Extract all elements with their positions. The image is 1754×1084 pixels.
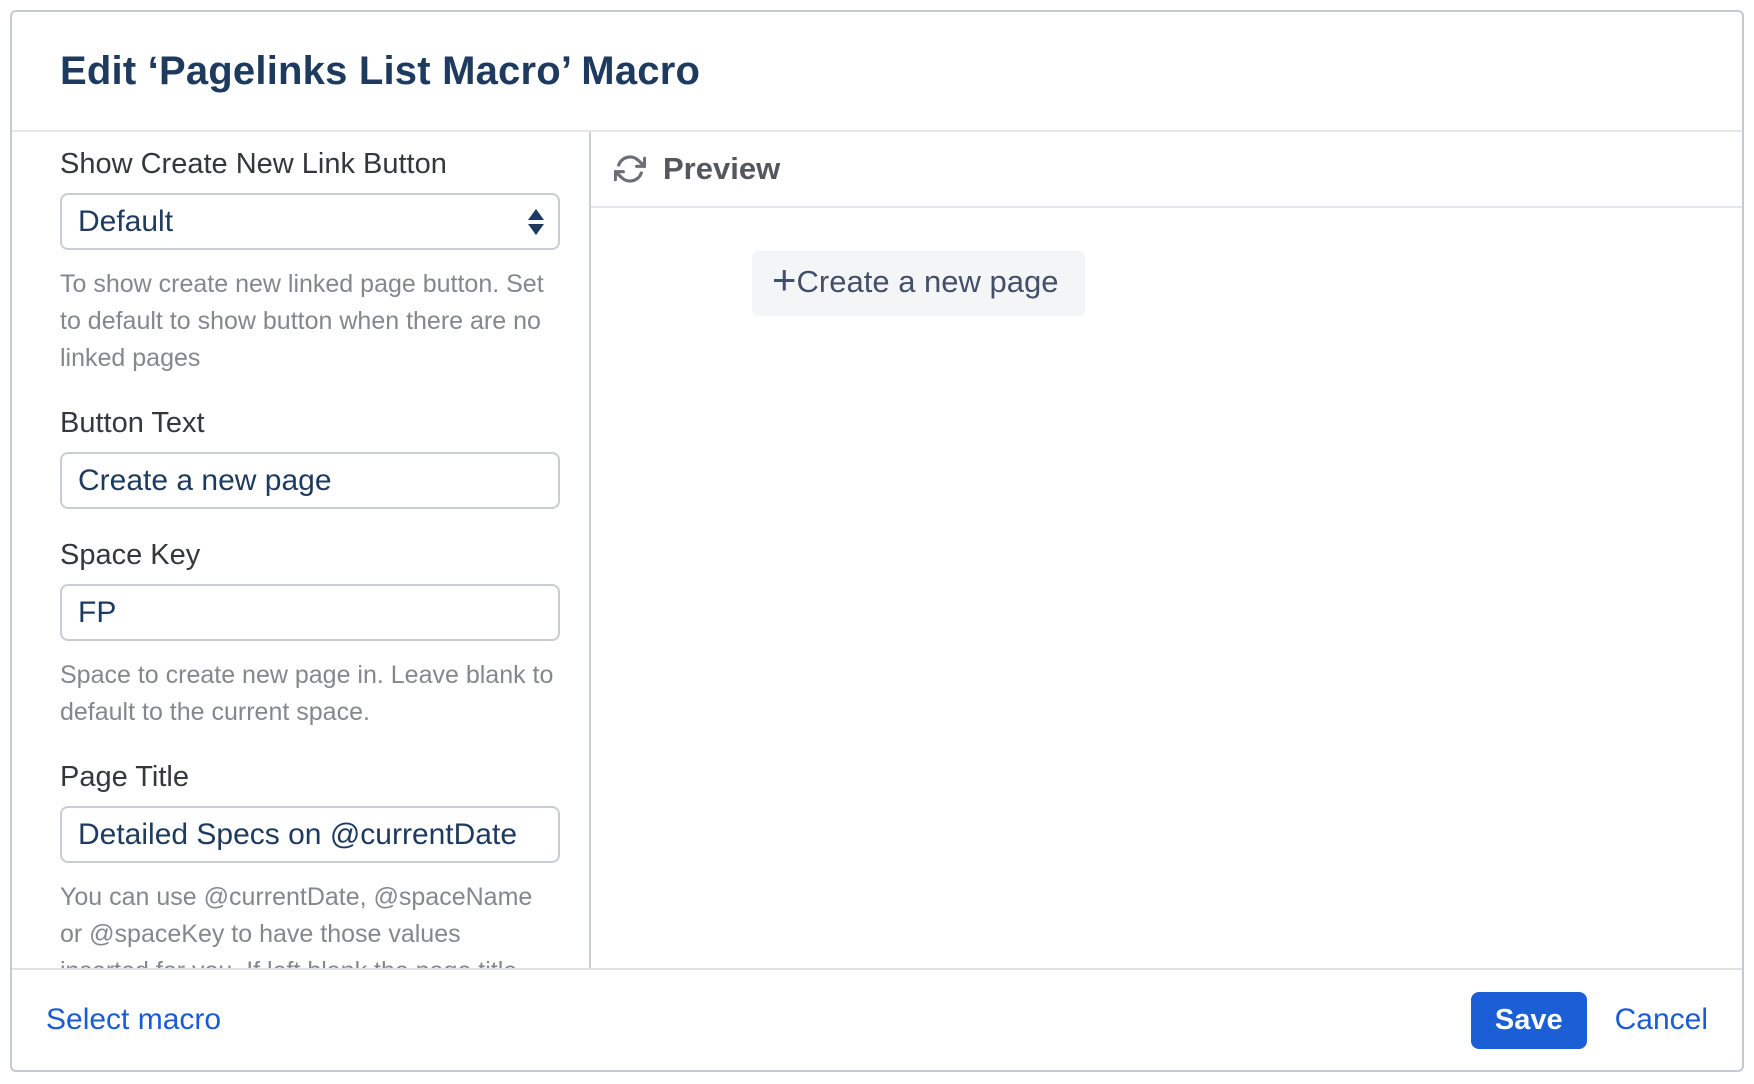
field-show-create-new-link-button: Show Create New Link Button Default To s… (60, 148, 562, 377)
plus-icon: + (772, 259, 797, 301)
dialog-body: Show Create New Link Button Default To s… (12, 132, 1742, 968)
button-text-label: Button Text (60, 407, 562, 440)
save-button[interactable]: Save (1471, 992, 1587, 1049)
space-key-help-text: Space to create new page in. Leave blank… (60, 657, 565, 731)
space-key-label: Space Key (60, 539, 562, 572)
preview-content: + Create a new page (591, 208, 1742, 968)
field-button-text: Button Text (60, 407, 562, 509)
page-title-label: Page Title (60, 761, 562, 794)
preview-title: Preview (663, 151, 780, 187)
macro-edit-dialog: Edit ‘Pagelinks List Macro’ Macro Show C… (10, 10, 1744, 1072)
footer-actions: Save Cancel (1471, 992, 1708, 1049)
preview-header: Preview (591, 132, 1742, 208)
button-text-input[interactable] (60, 452, 560, 509)
dialog-header: Edit ‘Pagelinks List Macro’ Macro (12, 12, 1742, 132)
page-title-help-text: You can use @currentDate, @spaceName or … (60, 879, 540, 968)
show-create-link-select[interactable]: Default (60, 193, 560, 250)
preview-create-page-label: Create a new page (797, 264, 1059, 300)
dialog-title: Edit ‘Pagelinks List Macro’ Macro (60, 49, 700, 94)
macro-parameters-form: Show Create New Link Button Default To s… (12, 132, 591, 968)
show-create-link-help-text: To show create new linked page button. S… (60, 266, 565, 377)
field-space-key: Space Key Space to create new page in. L… (60, 539, 562, 731)
page-title-input[interactable] (60, 806, 560, 863)
preview-create-page-button[interactable]: + Create a new page (752, 251, 1085, 316)
refresh-icon[interactable] (613, 152, 647, 186)
field-page-title: Page Title You can use @currentDate, @sp… (60, 761, 562, 968)
show-create-link-select-wrap: Default (60, 193, 560, 250)
space-key-input[interactable] (60, 584, 560, 641)
show-create-link-label: Show Create New Link Button (60, 148, 562, 181)
cancel-link[interactable]: Cancel (1615, 1003, 1708, 1037)
dialog-footer: Select macro Save Cancel (12, 968, 1742, 1070)
select-macro-link[interactable]: Select macro (46, 1003, 221, 1037)
preview-panel: Preview + Create a new page (591, 132, 1742, 968)
